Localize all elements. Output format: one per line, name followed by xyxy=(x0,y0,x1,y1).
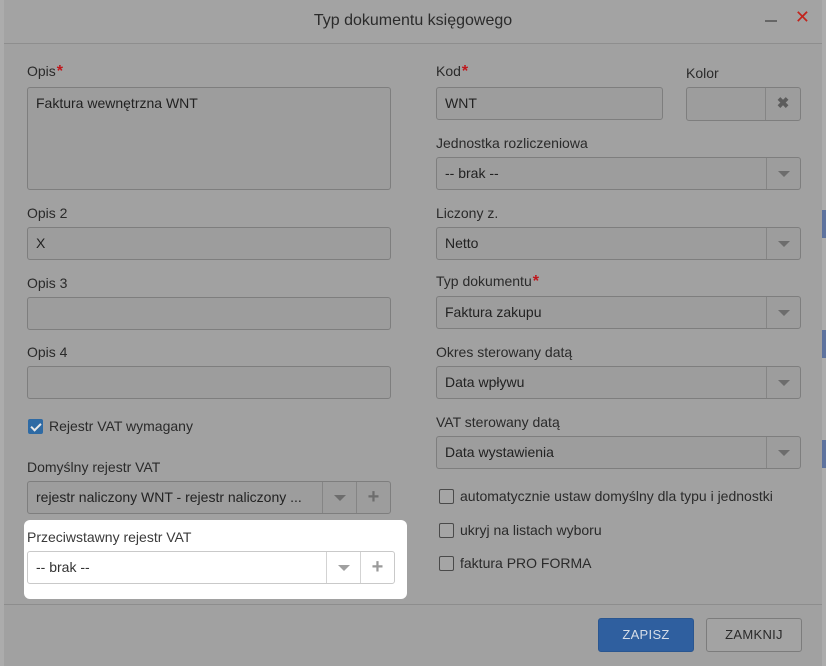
auto-default-checkbox[interactable] xyxy=(439,489,454,504)
close-button[interactable]: ZAMKNIJ xyxy=(706,618,802,652)
kod-input[interactable]: WNT xyxy=(436,87,663,120)
opis-label: Opis* xyxy=(27,63,64,80)
required-marker: * xyxy=(461,63,469,80)
hide-on-lists-row[interactable]: ukryj na listach wyboru xyxy=(439,522,689,540)
chevron-down-icon[interactable] xyxy=(766,437,800,468)
rejestr-vat-wymagany-checkbox[interactable] xyxy=(28,419,43,434)
rejestr-vat-wymagany-row[interactable]: Rejestr VAT wymagany xyxy=(28,418,278,436)
highlighted-field-panel: Przeciwstawny rejestr VAT -- brak -- + xyxy=(24,520,407,599)
przeciwstawny-rejestr-value: -- brak -- xyxy=(36,559,90,575)
chevron-down-icon[interactable] xyxy=(766,367,800,398)
liczony-label: Liczony z. xyxy=(436,205,499,221)
accounting-document-type-dialog: Typ dokumentu księgowego ✕ Opis* Faktura… xyxy=(4,0,822,666)
jednostka-select[interactable]: -- brak -- xyxy=(436,157,801,190)
vat-sterowany-value: Data wystawienia xyxy=(445,444,554,460)
chevron-down-icon[interactable] xyxy=(326,552,360,583)
chevron-down-icon[interactable] xyxy=(766,228,800,259)
liczony-value: Netto xyxy=(445,235,479,251)
kolor-label: Kolor xyxy=(686,65,719,81)
opis3-input[interactable] xyxy=(27,297,391,330)
kolor-picker[interactable]: ✖ xyxy=(686,87,801,121)
dialog-title: Typ dokumentu księgowego xyxy=(313,12,513,29)
clear-color-icon[interactable]: ✖ xyxy=(765,88,800,120)
typ-dokumentu-value: Faktura zakupu xyxy=(445,304,542,320)
opis-textarea[interactable]: Faktura wewnętrzna WNT xyxy=(27,87,391,190)
domyslny-rejestr-value: rejestr naliczony WNT - rejestr naliczon… xyxy=(36,489,302,505)
okres-select[interactable]: Data wpływu xyxy=(436,366,801,399)
dialog-header: Typ dokumentu księgowego ✕ xyxy=(4,0,822,44)
pro-forma-row[interactable]: faktura PRO FORMA xyxy=(439,555,689,573)
add-icon[interactable]: + xyxy=(360,552,394,583)
domyslny-rejestr-select[interactable]: rejestr naliczony WNT - rejestr naliczon… xyxy=(27,481,391,514)
pro-forma-label: faktura PRO FORMA xyxy=(460,555,592,571)
pro-forma-checkbox[interactable] xyxy=(439,556,454,571)
jednostka-value: -- brak -- xyxy=(445,165,499,181)
typ-dokumentu-select[interactable]: Faktura zakupu xyxy=(436,296,801,329)
okres-value: Data wpływu xyxy=(445,374,525,390)
przeciwstawny-rejestr-select[interactable]: -- brak -- + xyxy=(27,551,395,584)
opis2-input[interactable]: X xyxy=(27,227,391,260)
opis2-label: Opis 2 xyxy=(27,205,68,221)
vat-sterowany-select[interactable]: Data wystawienia xyxy=(436,436,801,469)
chevron-down-icon[interactable] xyxy=(766,297,800,328)
close-icon[interactable]: ✕ xyxy=(795,8,810,26)
hide-on-lists-checkbox[interactable] xyxy=(439,523,454,538)
vat-sterowany-label: VAT sterowany datą xyxy=(436,414,560,430)
auto-default-row[interactable]: automatycznie ustaw domyślny dla typu i … xyxy=(439,488,809,506)
chevron-down-icon[interactable] xyxy=(766,158,800,189)
dialog-footer: ZAPISZ ZAMKNIJ xyxy=(4,604,822,666)
required-marker: * xyxy=(532,273,539,290)
auto-default-label: automatycznie ustaw domyślny dla typu i … xyxy=(460,488,773,504)
opis4-label: Opis 4 xyxy=(27,344,68,360)
jednostka-label: Jednostka rozliczeniowa xyxy=(436,135,588,151)
rejestr-vat-wymagany-label: Rejestr VAT wymagany xyxy=(49,418,193,434)
typ-dokumentu-label: Typ dokumentu* xyxy=(436,273,539,290)
required-marker: * xyxy=(56,63,64,80)
hide-on-lists-label: ukryj na listach wyboru xyxy=(460,522,602,538)
przeciwstawny-rejestr-label: Przeciwstawny rejestr VAT xyxy=(27,529,192,545)
okres-label: Okres sterowany datą xyxy=(436,344,573,360)
liczony-select[interactable]: Netto xyxy=(436,227,801,260)
opis3-label: Opis 3 xyxy=(27,275,68,291)
save-button[interactable]: ZAPISZ xyxy=(598,618,694,652)
minimize-icon[interactable] xyxy=(764,11,778,25)
add-icon[interactable]: + xyxy=(356,482,390,513)
chevron-down-icon[interactable] xyxy=(322,482,356,513)
domyslny-rejestr-label: Domyślny rejestr VAT xyxy=(27,459,161,475)
kod-label: Kod* xyxy=(436,63,469,80)
opis4-input[interactable] xyxy=(27,366,391,399)
